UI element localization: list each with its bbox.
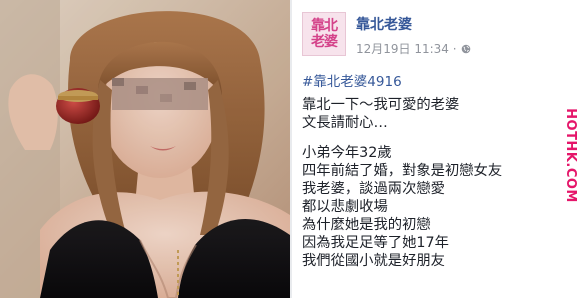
post-line: 靠北一下～我可愛的老婆: [302, 97, 460, 113]
post-line: 文長請耐心…: [302, 115, 388, 131]
post-meta: 12月19日 11:34 ·: [356, 40, 471, 57]
hashtag-link[interactable]: #靠北老婆4916: [302, 70, 402, 90]
post-photo[interactable]: [0, 0, 290, 298]
avatar-text-line2: 老婆: [311, 34, 338, 50]
post-line: 小弟今年32歲: [302, 145, 392, 161]
globe-icon[interactable]: [461, 44, 471, 54]
post-line: 因為我足足等了她17年: [302, 235, 449, 251]
post-line: 我老婆，談過兩次戀愛: [302, 181, 445, 197]
post-header: 靠北 老婆 靠北老婆 12月19日 11:34 ·: [302, 12, 552, 60]
page-name-link[interactable]: 靠北老婆: [356, 14, 412, 34]
watermark: HOTHK.COM: [562, 100, 578, 210]
post-body: 靠北一下～我可愛的老婆 文長請耐心… 小弟今年32歲 四年前結了婚，對象是初戀女…: [302, 96, 552, 270]
post-line: 都以悲劇收場: [302, 199, 388, 215]
avatar-text-line1: 靠北: [311, 18, 338, 34]
post-line-gap: [302, 132, 552, 144]
page-avatar[interactable]: 靠北 老婆: [302, 12, 346, 56]
post-panel: 靠北 老婆 靠北老婆 12月19日 11:34 · #靠北老婆4916 靠北一下…: [292, 0, 559, 298]
post-line: 四年前結了婚，對象是初戀女友: [302, 163, 503, 179]
post-line: 為什麼她是我的初戀: [302, 217, 431, 233]
post-line: 我們從國小就是好朋友: [302, 253, 445, 269]
watermark-strip: HOTHK.COM: [559, 0, 581, 298]
post-timestamp[interactable]: 12月19日 11:34 ·: [356, 40, 457, 57]
watermark-text: HOTHK.COM: [562, 107, 578, 203]
portrait-photo: [0, 0, 290, 298]
